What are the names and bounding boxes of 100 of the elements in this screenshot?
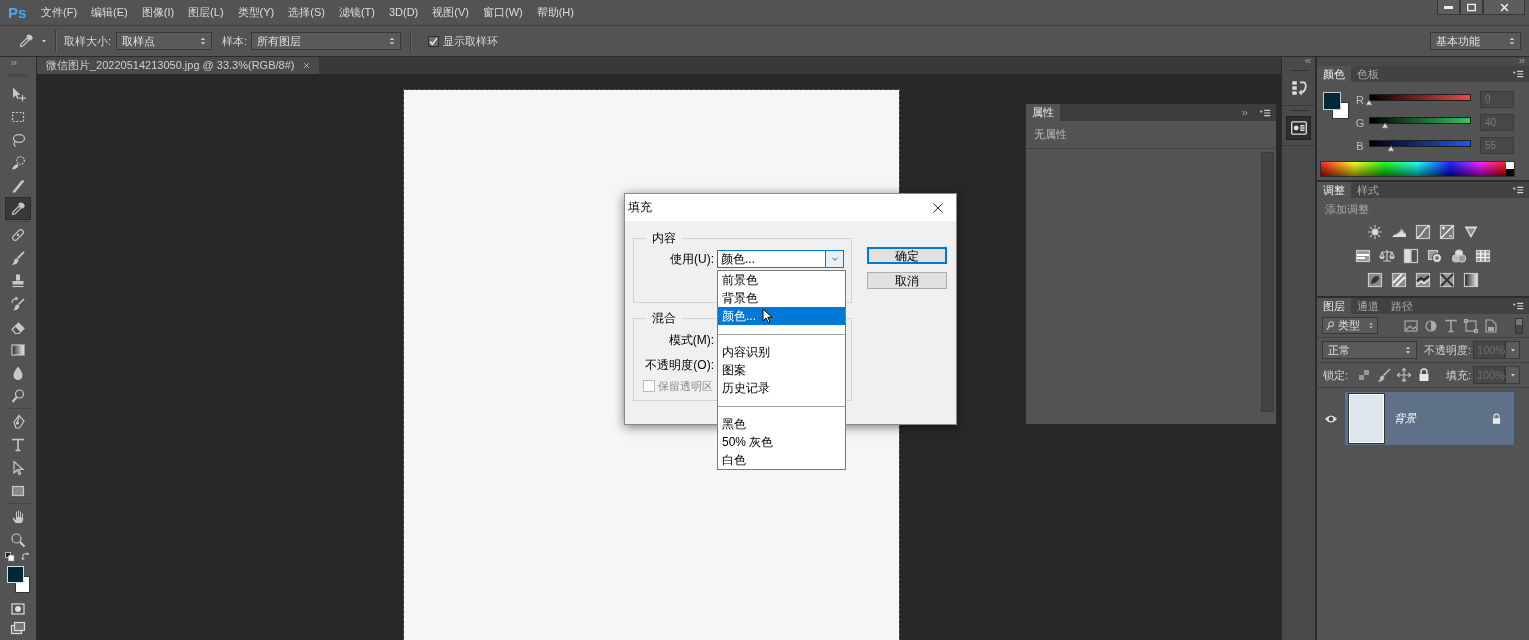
toggle-switch[interactable]: [1515, 317, 1523, 334]
dialog-button[interactable]: 确定: [867, 247, 947, 264]
filter-select[interactable]: 类型: [1322, 317, 1378, 334]
dock-button[interactable]: [1286, 116, 1311, 140]
menu-item[interactable]: 选择(S): [281, 0, 332, 25]
dropdown-option[interactable]: 前景色: [718, 271, 845, 289]
circles-icon[interactable]: [1451, 248, 1467, 264]
opacity-label: 不透明度:: [1424, 342, 1472, 358]
dropdown-button[interactable]: [1505, 341, 1520, 359]
search-icon: [1325, 320, 1336, 331]
checkbox[interactable]: [428, 35, 440, 47]
gradient-square-icon[interactable]: [1463, 272, 1479, 288]
cross-square-icon[interactable]: [1439, 272, 1455, 288]
color-spectrum[interactable]: [1320, 161, 1515, 177]
grid-icon[interactable]: [1475, 248, 1491, 264]
triangle-icon[interactable]: [1463, 224, 1479, 240]
menu-icon[interactable]: [1511, 68, 1525, 80]
document-tab[interactable]: 微信图片_20220514213050.jpg @ 33.3%(RGB/8#): [37, 57, 320, 74]
menu-item[interactable]: 3D(D): [381, 0, 426, 25]
double-chevron-icon[interactable]: [9, 58, 19, 67]
eyedropper-icon: [18, 33, 34, 49]
dropdown-option[interactable]: 50% 灰色: [718, 433, 845, 451]
panel-message: 无属性: [1026, 121, 1276, 149]
shape-icon[interactable]: [1463, 317, 1479, 334]
menu-item[interactable]: 文件(F): [34, 0, 85, 25]
hue-bars-icon[interactable]: [1355, 248, 1371, 264]
brush-icon[interactable]: [1376, 367, 1393, 383]
close-icon[interactable]: [932, 201, 944, 214]
dropdown-button[interactable]: [1505, 366, 1520, 384]
menu-item[interactable]: 帮助(H): [529, 0, 581, 25]
brush-icon: [10, 249, 26, 266]
double-chevron-icon[interactable]: [1517, 57, 1527, 65]
lasso-icon: [10, 131, 26, 148]
image-icon[interactable]: [1403, 317, 1419, 334]
panel-tab[interactable]: 路径: [1385, 298, 1419, 314]
app-logo: Ps: [7, 4, 28, 21]
minimize-icon: [1444, 5, 1453, 9]
sample-select[interactable]: 所有图层: [251, 32, 402, 50]
menu-icon[interactable]: [1511, 184, 1525, 196]
stamp-icon: [10, 272, 26, 289]
move-icon: [10, 85, 26, 102]
double-chevron-icon[interactable]: [1240, 108, 1250, 117]
color-swatches[interactable]: [5, 565, 31, 595]
swap-arrow-icon[interactable]: [21, 552, 31, 562]
scroll-bar[interactable]: [1261, 152, 1274, 412]
menu-item[interactable]: 图层(L): [181, 0, 231, 25]
zigzag-icon[interactable]: [1415, 272, 1431, 288]
close-button[interactable]: [1483, 0, 1525, 15]
menu-item[interactable]: 窗口(W): [475, 0, 530, 25]
use-select[interactable]: 颜色...: [717, 250, 844, 268]
menu-icon[interactable]: [1511, 300, 1525, 312]
menu-item[interactable]: 类型(Y): [230, 0, 282, 25]
dropdown-option[interactable]: 白色: [718, 451, 845, 469]
pointer-icon: [10, 459, 26, 476]
lock-label: 锁定:: [1323, 367, 1349, 383]
half-circle-icon[interactable]: [1423, 317, 1439, 334]
dialog-button[interactable]: 取消: [867, 272, 947, 289]
dropdown-option[interactable]: 颜色...: [718, 307, 845, 325]
circle-lines-icon: [1289, 119, 1308, 137]
color-swatches[interactable]: [1322, 91, 1350, 120]
panel-tab[interactable]: 色板: [1351, 66, 1385, 82]
scales-icon[interactable]: [1379, 248, 1395, 264]
menu-item[interactable]: 视图(V): [425, 0, 476, 25]
curve-icon[interactable]: [1415, 224, 1431, 240]
text-icon[interactable]: [1443, 317, 1459, 334]
slider-thumb[interactable]: [1381, 121, 1390, 129]
dropdown-option[interactable]: 背景色: [718, 289, 845, 307]
panel-tab[interactable]: 属性: [1026, 104, 1060, 121]
use-label: 使用(U):: [669, 250, 714, 268]
maximize-button[interactable]: [1460, 0, 1483, 15]
move-arrows-icon[interactable]: [1396, 367, 1413, 383]
lock-icon[interactable]: [1490, 411, 1503, 426]
panel-tab[interactable]: 调整: [1317, 182, 1351, 198]
sun-icon[interactable]: [1367, 224, 1383, 240]
diagonal-stripes-icon[interactable]: [1391, 272, 1407, 288]
layer-row[interactable]: 背景: [1344, 391, 1515, 446]
panel-tab[interactable]: 通道: [1351, 298, 1385, 314]
default-colors-icon[interactable]: [5, 552, 15, 562]
double-chevron-icon[interactable]: [1303, 57, 1313, 65]
dropdown-option[interactable]: 图案: [718, 361, 845, 379]
panel-tab[interactable]: 图层: [1317, 298, 1351, 314]
dropdown-option[interactable]: 内容识别: [718, 343, 845, 361]
sample-size-select[interactable]: 取样点: [116, 32, 213, 50]
minimize-button[interactable]: [1437, 0, 1460, 15]
panel-tab[interactable]: 样式: [1351, 182, 1385, 198]
half-square-icon[interactable]: [1403, 248, 1419, 264]
dropdown-option[interactable]: 黑色: [718, 415, 845, 433]
menu-item[interactable]: 编辑(E): [84, 0, 135, 25]
channel-label: B: [1355, 139, 1365, 152]
workspace-select[interactable]: 基本功能: [1430, 32, 1521, 50]
menu-item[interactable]: 滤镜(T): [331, 0, 382, 25]
slider-thumb[interactable]: [1387, 144, 1396, 152]
selection-brush-icon: [10, 154, 26, 171]
menu-item[interactable]: 图像(I): [134, 0, 182, 25]
dropdown-option[interactable]: 历史记录: [718, 379, 845, 397]
maximize-icon: [1466, 1, 1477, 13]
blend-mode-select[interactable]: 正常: [1322, 341, 1417, 359]
tool-button[interactable]: [5, 197, 31, 220]
panel-tab[interactable]: 颜色: [1317, 66, 1351, 82]
slider-thumb[interactable]: [1365, 98, 1373, 106]
